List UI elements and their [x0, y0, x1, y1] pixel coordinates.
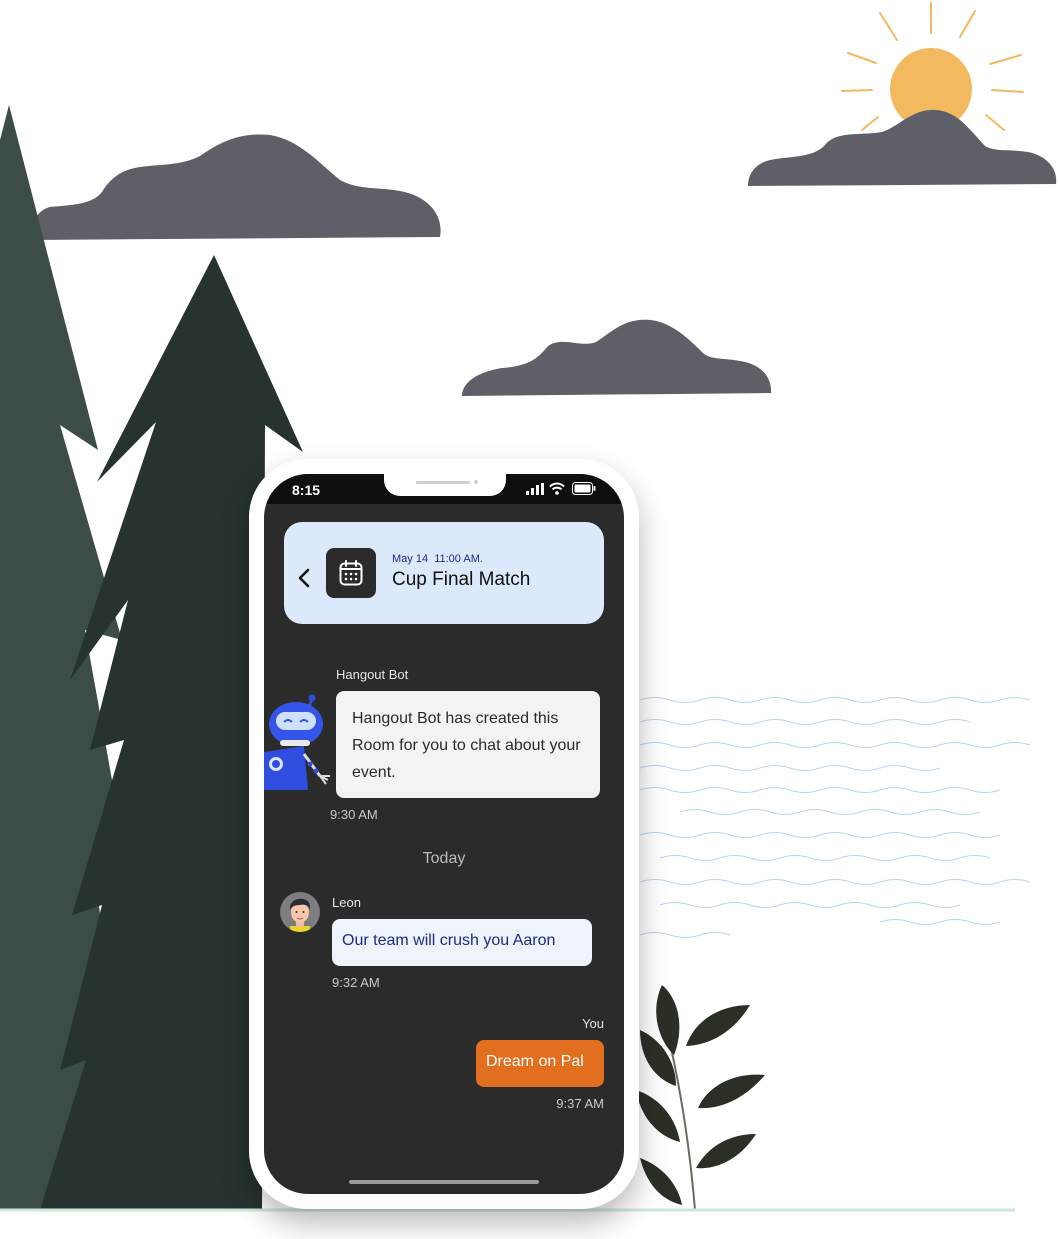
event-header-card: May 14 11:00 AM. Cup Final Match	[284, 522, 604, 624]
status-bar: 8:15	[264, 474, 624, 504]
phone-screen: 8:15 May 14 11:00 AM. Cup Final Match Ha…	[264, 474, 624, 1194]
incoming-message-text: Our team will crush you Aaron	[342, 932, 556, 949]
event-date: May 14	[392, 553, 429, 565]
bot-message-time: 9:30 AM	[330, 807, 378, 822]
incoming-message-bubble: Our team will crush you Aaron	[332, 919, 592, 966]
plant	[636, 985, 765, 1211]
cloud-left	[30, 134, 441, 240]
back-button[interactable]	[294, 566, 316, 590]
home-indicator[interactable]	[349, 1180, 539, 1184]
speaker-grille	[416, 481, 470, 484]
leon-avatar-icon	[289, 898, 311, 932]
robot-mascot-icon	[264, 694, 330, 790]
bot-sender-name: Hangout Bot	[336, 667, 409, 682]
cloud-right	[748, 109, 1057, 186]
phone-frame: 8:15 May 14 11:00 AM. Cup Final Match Ha…	[249, 459, 639, 1209]
status-icons	[526, 482, 596, 496]
bot-message-text: Hangout Bot has created this Room for yo…	[352, 710, 581, 781]
message-sender-name: Leon	[332, 895, 361, 910]
event-time: 11:00 AM.	[434, 553, 483, 565]
water-waves	[639, 697, 1031, 938]
outgoing-message-bubble: Dream on Pal	[476, 1040, 604, 1087]
bot-message-bubble: Hangout Bot has created this Room for yo…	[336, 691, 600, 798]
signal-icon	[526, 483, 544, 495]
cloud-middle	[462, 319, 772, 396]
wifi-icon	[549, 482, 565, 495]
event-title: Cup Final Match	[392, 569, 531, 590]
phone-notch	[384, 474, 506, 496]
date-divider: Today	[422, 850, 466, 867]
battery-icon	[572, 482, 596, 495]
incoming-message-time: 9:32 AM	[332, 975, 380, 990]
outgoing-message-text: Dream on Pal	[486, 1053, 584, 1070]
event-datetime: May 14 11:00 AM.	[392, 553, 483, 565]
avatar[interactable]	[280, 892, 320, 932]
outgoing-message-time: 9:37 AM	[556, 1096, 604, 1111]
front-camera	[474, 480, 478, 484]
calendar-icon	[339, 560, 363, 586]
status-time: 8:15	[292, 482, 321, 498]
event-calendar-badge	[326, 548, 376, 598]
chevron-left-icon	[298, 568, 310, 588]
outgoing-sender-name: You	[582, 1016, 604, 1031]
